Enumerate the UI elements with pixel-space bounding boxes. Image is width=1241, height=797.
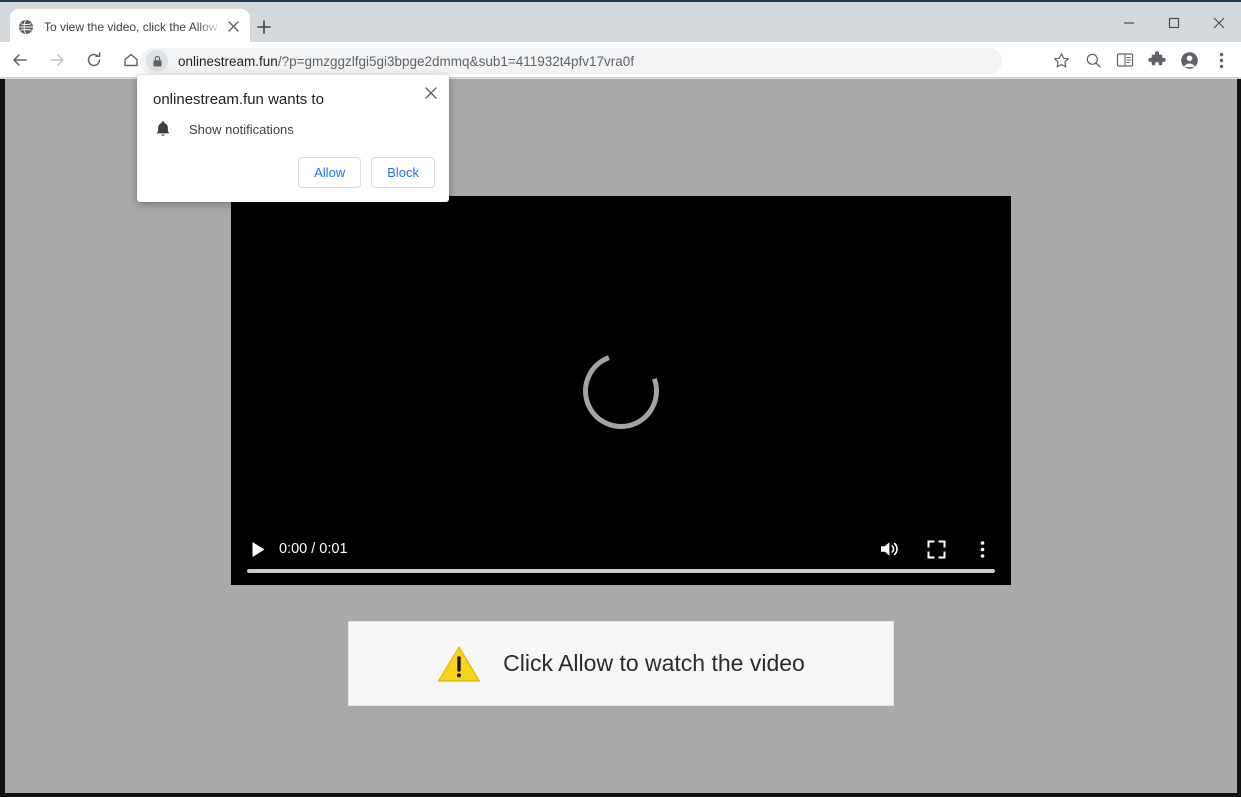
- url-text: onlinestream.fun/?p=gmzggzlfgi5gi3bpge2d…: [178, 54, 634, 69]
- magnifier-icon[interactable]: [1077, 44, 1109, 76]
- fullscreen-icon[interactable]: [919, 534, 953, 564]
- maximize-button[interactable]: [1151, 2, 1196, 44]
- puzzle-icon[interactable]: [1141, 44, 1173, 76]
- warning-triangle-icon: [437, 644, 481, 684]
- volume-icon[interactable]: [873, 534, 907, 564]
- url-domain: onlinestream.fun: [178, 54, 278, 69]
- url-path: /?p=gmzggzlfgi5gi3bpge2dmmq&sub1=411932t…: [278, 54, 634, 69]
- video-time-display: 0:00 / 0:01: [279, 541, 348, 557]
- globe-icon: [18, 19, 34, 35]
- tab-title: To view the video, click the Allow: [44, 20, 224, 34]
- three-dot-menu-icon[interactable]: [1205, 44, 1237, 76]
- dialog-title: onlinestream.fun wants to: [153, 91, 324, 108]
- forward-button[interactable]: [40, 43, 74, 77]
- address-bar[interactable]: onlinestream.fun/?p=gmzggzlfgi5gi3bpge2d…: [140, 48, 1002, 74]
- video-player[interactable]: 0:00 / 0:01: [231, 196, 1011, 585]
- video-more-menu-icon[interactable]: [965, 534, 999, 564]
- banner-text: Click Allow to watch the video: [503, 650, 805, 677]
- video-seek-bar[interactable]: [247, 569, 995, 573]
- allow-prompt-banner: Click Allow to watch the video: [348, 621, 894, 706]
- video-controls: 0:00 / 0:01: [231, 509, 1011, 585]
- window-controls: [1106, 2, 1241, 44]
- browser-tab[interactable]: To view the video, click the Allow: [10, 9, 250, 44]
- lock-icon: [146, 50, 168, 72]
- dialog-actions: Allow Block: [298, 157, 435, 188]
- browser-window: To view the video, click the Allow: [0, 0, 1241, 797]
- bell-icon: [153, 119, 173, 139]
- close-button[interactable]: [1196, 2, 1241, 44]
- play-button[interactable]: [245, 536, 271, 562]
- minimize-button[interactable]: [1106, 2, 1151, 44]
- permission-row: Show notifications: [153, 119, 294, 139]
- avatar-icon[interactable]: [1173, 44, 1205, 76]
- allow-button[interactable]: Allow: [298, 157, 361, 188]
- new-tab-button[interactable]: [252, 15, 276, 39]
- back-button[interactable]: [3, 43, 37, 77]
- tab-close-icon[interactable]: [224, 18, 242, 36]
- toolbar-actions: [1045, 42, 1237, 78]
- star-icon[interactable]: [1045, 44, 1077, 76]
- tab-strip: To view the video, click the Allow: [0, 0, 1241, 42]
- reload-button[interactable]: [77, 43, 111, 77]
- browser-toolbar: onlinestream.fun/?p=gmzggzlfgi5gi3bpge2d…: [0, 42, 1241, 78]
- permission-label: Show notifications: [189, 122, 294, 137]
- reading-mode-icon[interactable]: [1109, 44, 1141, 76]
- dialog-close-icon[interactable]: [419, 81, 443, 105]
- notification-permission-dialog: onlinestream.fun wants to Show notificat…: [137, 75, 449, 202]
- block-button[interactable]: Block: [371, 157, 435, 188]
